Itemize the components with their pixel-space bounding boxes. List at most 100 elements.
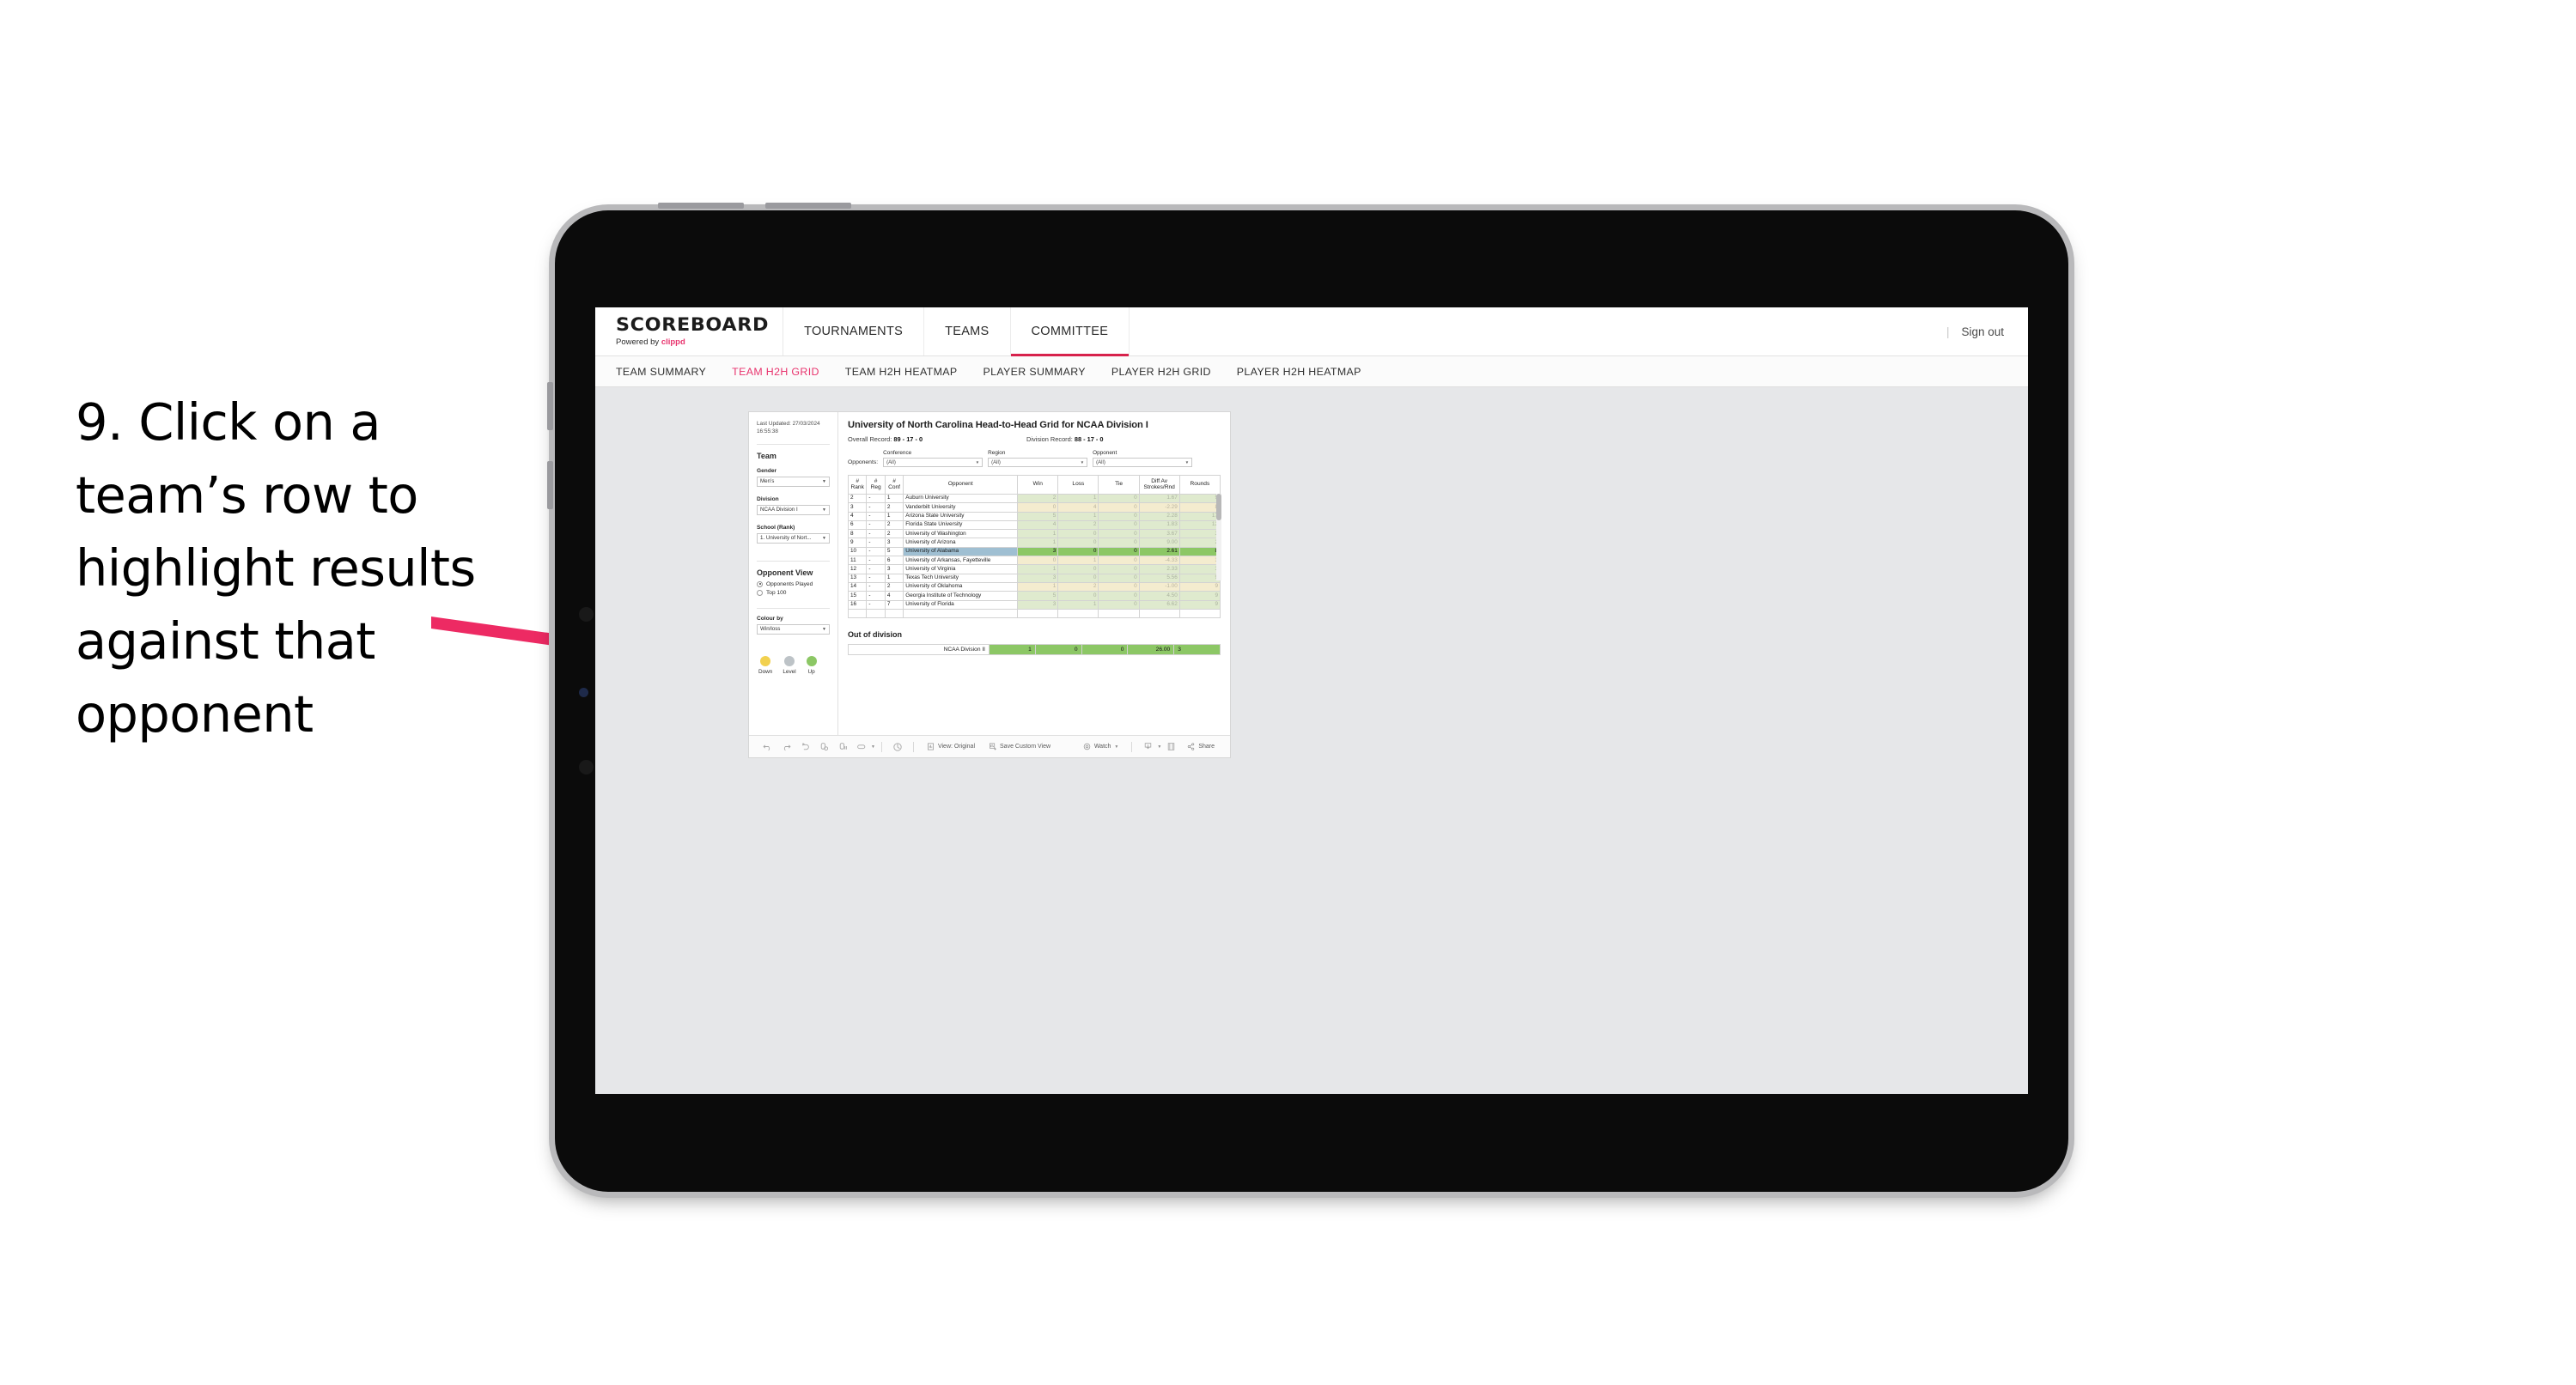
gender-select[interactable]: Men’s ▼ [757,476,830,487]
grid-scrollbar-thumb[interactable] [1216,494,1221,520]
signout-button[interactable]: Sign out [1961,325,2004,338]
brand-tagline: Powered by clippd [616,337,760,347]
cell-diff: 5.56 [1138,573,1180,583]
region-select[interactable]: (All) ▼ [988,458,1088,467]
tab-player-summary[interactable]: PLAYER SUMMARY [983,366,1085,378]
colour-by-select[interactable]: Win/loss ▼ [757,623,830,635]
cell-rank: 12 [847,564,868,574]
table-row[interactable]: 10-5University of Alabama3002.618 [847,546,1221,557]
pause-icon[interactable] [833,738,852,756]
cell-conf: 5 [884,546,904,557]
chevron-down-icon: ▼ [822,478,826,484]
out-of-division-tie: 0 [1081,644,1129,656]
cell-rank: 2 [847,493,868,504]
chevron-down-icon: ▼ [975,460,980,465]
division-select[interactable]: NCAA Division I ▼ [757,504,830,515]
tab-team-h2h-heatmap[interactable]: TEAM H2H HEATMAP [845,366,958,378]
out-of-division-row[interactable]: NCAA Division II 1 0 0 26.00 3 [848,644,1221,656]
filter-divider-1 [757,443,830,445]
watch-button[interactable]: Watch ▼ [1076,743,1126,750]
share-button[interactable]: Share [1180,743,1221,750]
topnav-item-committee[interactable]: COMMITTEE [1010,307,1130,356]
refresh-icon[interactable] [814,738,833,756]
table-row[interactable]: 11-6 University of Arkansas, Fayetteville… [847,556,1221,566]
overall-record-label: Overall Record: [848,435,894,443]
cell-rank: 16 [847,599,868,610]
legend-item-down: Down [758,655,772,675]
chevron-down-icon: ▼ [1080,460,1085,465]
camera-dot-2 [579,688,588,697]
download-icon[interactable] [1138,738,1157,756]
tab-team-h2h-grid[interactable]: TEAM H2H GRID [732,366,819,378]
conference-select[interactable]: (All) ▼ [883,458,984,467]
cell-loss: 0 [1057,529,1099,539]
side-button-1 [547,382,553,430]
topnav-item-tournaments[interactable]: TOURNAMENTS [783,307,925,355]
cell-reg: - [866,529,886,539]
table-row[interactable]: 6-2 Florida State University 4 2 0 1.83 12 [847,519,1221,531]
col-header-tie: Tie [1098,475,1140,495]
cell-win: 2 [1017,493,1059,504]
records-row: Overall Record: 89 - 17 - 0 Division Rec… [848,435,1221,443]
view-original-button[interactable]: View: Original [920,743,982,750]
undo-icon[interactable] [758,738,776,756]
revert-icon[interactable] [795,738,814,756]
pause-playback-icon[interactable] [888,738,907,756]
cell-opponent: University of Florida [903,599,1019,610]
cell-conf: 3 [884,538,904,548]
col-header-conf-line2: Conf [888,483,901,490]
radio-top-100[interactable]: Top 100 [757,589,830,596]
cell-tie: 0 [1098,556,1140,566]
toolbar-divider-3 [1131,741,1133,752]
opponent-select[interactable]: (All) ▼ [1093,458,1193,467]
brand-logo[interactable]: SCOREBOARD Powered by clippd [595,307,784,355]
table-row[interactable]: 4-1 Arizona State University 5 1 0 2.28 17 [847,511,1221,521]
save-custom-view-button[interactable]: Save Custom View [982,743,1057,750]
col-header-conf: # Conf [884,475,904,495]
cell-diff: 1.83 [1138,519,1180,531]
tab-player-h2h-grid[interactable]: PLAYER H2H GRID [1111,366,1211,378]
chevron-down-icon: ▼ [1114,744,1119,750]
cell-reg: - [866,511,886,521]
cell-reg: - [866,493,886,504]
table-row[interactable]: 14-2 University of Oklahoma 1 2 0 -1.00 9 [847,581,1221,592]
col-header-rank: # Rank [847,475,868,495]
table-row[interactable]: 12-3University of Virginia1002.333 [847,564,1221,574]
division-value: NCAA Division I [760,507,798,513]
team-section-heading: Team [757,451,776,460]
col-header-loss: Loss [1057,475,1099,495]
table-row[interactable]: 9-3University of Arizona1009.002 [847,538,1221,548]
table-row[interactable]: 16-7 University of Florida 3 1 0 6.62 9 [847,599,1221,610]
table-row[interactable]: 15-4 Georgia Institute of Technology 5 0 0 4.… [847,591,1221,601]
tab-player-h2h-heatmap[interactable]: PLAYER H2H HEATMAP [1237,366,1361,378]
col-header-rank-line2: Rank [850,483,864,490]
view-original-label: View: Original [937,744,976,750]
topnav-item-teams[interactable]: TEAMS [924,307,1011,355]
table-row[interactable]: 2-1Auburn University2101.679 [847,493,1221,504]
chevron-down-icon[interactable]: ▼ [871,744,875,750]
tablet-device: SCOREBOARD Powered by clippd TOURNAMENTS… [547,203,2068,1192]
school-rank-select[interactable]: 1. University of Nort... ▼ [757,532,830,544]
radio-icon-selected [757,580,763,587]
loop-icon[interactable] [852,738,871,756]
cell-diff: 2.28 [1138,511,1180,521]
division-record-label: Division Record: [1026,435,1075,443]
cell-conf: 6 [884,556,904,566]
out-of-division-title: Out of division [848,630,902,640]
radio-opponents-played[interactable]: Opponents Played [757,580,830,587]
table-row[interactable]: 13-1Texas Tech University3005.569 [847,573,1221,583]
cell-reg: - [866,564,886,574]
table-row[interactable]: 3-2Vanderbilt University040-2.298 [847,502,1221,513]
cell-conf: 3 [884,564,904,574]
fullscreen-icon[interactable] [1161,738,1180,756]
table-row[interactable]: 8-2University of Washington1003.673 [847,529,1221,539]
cell-conf: 2 [884,502,904,513]
signout-divider: | [1946,325,1950,338]
col-header-win: Win [1017,475,1059,495]
cell-diff: -4.33 [1138,556,1180,566]
cell-tie: 0 [1098,581,1140,592]
redo-icon[interactable] [776,738,795,756]
cell-tie: 0 [1098,573,1140,583]
tab-team-summary[interactable]: TEAM SUMMARY [616,366,706,378]
cell-loss: 0 [1057,573,1099,583]
